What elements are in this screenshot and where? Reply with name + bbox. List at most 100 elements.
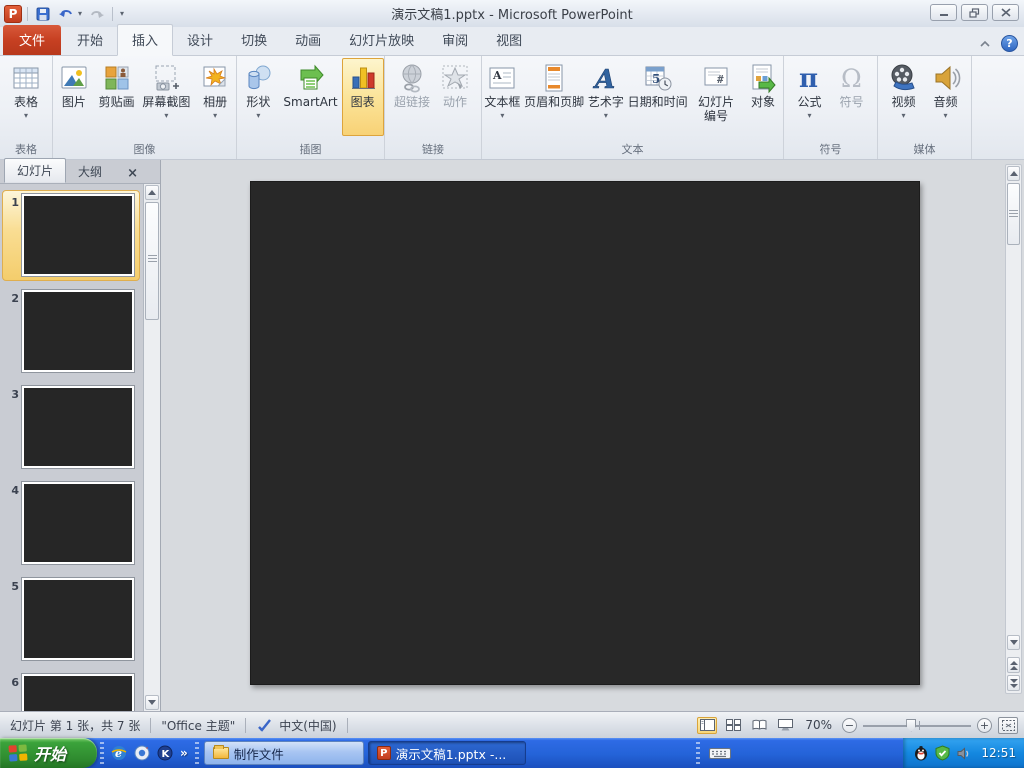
tab-file[interactable]: 文件 [3, 25, 62, 55]
quick-launch-more-icon[interactable]: » [180, 746, 188, 760]
chart-button[interactable]: 图表 [341, 58, 384, 136]
photo-album-button[interactable]: 相册 ▾ [194, 58, 236, 136]
insert-table-button[interactable]: 表格 ▾ [5, 58, 47, 136]
window-title: 演示文稿1.pptx - Microsoft PowerPoint [391, 8, 633, 23]
next-slide-button[interactable] [1007, 675, 1020, 691]
slideshow-view-button[interactable] [775, 717, 795, 734]
clock[interactable]: 12:51 [977, 746, 1016, 760]
taskbar-button-powerpoint[interactable]: P 演示文稿1.pptx -... [367, 741, 526, 765]
textbox-button[interactable]: A 文本框 ▾ [482, 58, 523, 136]
slide-thumbnail-2[interactable]: 2 [2, 286, 140, 377]
ribbon-group-links: 超链接 动作 链接 [385, 56, 482, 159]
tab-outline[interactable]: 大纲 [66, 160, 114, 183]
zoom-in-button[interactable]: + [977, 717, 992, 733]
slide-sorter-view-button[interactable] [723, 717, 743, 734]
button-label: 艺术字 [587, 95, 624, 109]
tab-slides[interactable]: 幻灯片 [4, 158, 67, 183]
volume-tray-icon[interactable] [956, 746, 971, 761]
undo-dropdown-arrow[interactable]: ▾ [78, 9, 82, 18]
date-time-button[interactable]: 5 日期和时间 [626, 58, 689, 136]
tab-insert[interactable]: 插入 [117, 24, 174, 56]
slide-thumbnail-4[interactable]: 4 [2, 478, 140, 569]
close-button[interactable] [992, 4, 1019, 21]
slide-thumb-image[interactable] [22, 386, 134, 468]
scrollbar-thumb[interactable] [145, 202, 159, 320]
ribbon: 表格 ▾ 表格 图片 剪贴画 屏幕截图 ▾ 相册 ▾ 图像 形状 ▾ Smart… [0, 56, 1024, 160]
browser-icon[interactable] [134, 745, 150, 761]
slide-thumb-image[interactable] [22, 290, 134, 372]
theme-name[interactable]: "Office 主题" [151, 717, 245, 734]
taskbar-button-folder[interactable]: 制作文件 [203, 741, 364, 765]
header-footer-button[interactable]: 页眉和页脚 [523, 58, 586, 136]
start-button[interactable]: 开始 [0, 738, 97, 768]
language-status[interactable]: 中文(中国) [246, 717, 346, 734]
normal-view-button[interactable] [697, 716, 718, 734]
customize-qat-button[interactable]: ▾ [118, 8, 126, 19]
slide-panel-scrollbar[interactable] [143, 184, 160, 711]
qq-tray-icon[interactable] [913, 745, 929, 761]
collapse-ribbon-icon[interactable] [979, 40, 991, 48]
tab-animations[interactable]: 动画 [281, 25, 335, 55]
previous-slide-button[interactable] [1007, 657, 1020, 673]
double-down-arrow-icon [1009, 678, 1018, 688]
svg-text:#: # [717, 73, 724, 86]
undo-button[interactable]: ▾ [56, 6, 84, 22]
save-button[interactable] [33, 5, 53, 23]
tab-home[interactable]: 开始 [63, 25, 117, 55]
wordart-button[interactable]: A 艺术字 ▾ [586, 58, 627, 136]
object-button[interactable]: 对象 [743, 58, 783, 136]
shield-tray-icon[interactable] [935, 745, 950, 761]
slide-thumb-image[interactable] [22, 482, 134, 564]
keyboard-icon[interactable] [708, 746, 731, 760]
tab-transitions[interactable]: 切换 [227, 25, 281, 55]
zoom-out-button[interactable]: − [842, 717, 857, 733]
tab-design[interactable]: 设计 [173, 25, 227, 55]
insert-clipart-button[interactable]: 剪贴画 [95, 58, 139, 136]
minimize-button[interactable] [930, 4, 957, 21]
tab-view[interactable]: 视图 [482, 25, 536, 55]
zoom-level[interactable]: 70% [801, 718, 836, 732]
group-label-table: 表格 [15, 143, 37, 156]
internet-explorer-icon[interactable]: e [111, 745, 127, 761]
k-app-icon[interactable]: K [157, 745, 173, 761]
slide-thumb-image[interactable] [22, 578, 134, 660]
audio-button[interactable]: 音频 ▾ [925, 58, 967, 136]
dropdown-arrow: ▾ [213, 111, 218, 120]
slide-thumbnail-1[interactable]: 1 [2, 190, 140, 281]
screenshot-icon [149, 61, 183, 95]
shapes-button[interactable]: 形状 ▾ [237, 58, 279, 136]
help-button[interactable]: ? [1001, 35, 1018, 52]
slide-thumb-image[interactable] [22, 674, 134, 711]
dropdown-arrow: ▾ [901, 111, 906, 120]
panel-close-icon[interactable]: × [127, 167, 138, 180]
table-icon [9, 61, 43, 95]
zoom-slider[interactable] [863, 718, 971, 733]
smartart-button[interactable]: SmartArt [279, 58, 341, 136]
insert-picture-button[interactable]: 图片 [53, 58, 95, 136]
scroll-down-button[interactable] [145, 695, 159, 710]
restore-button[interactable] [961, 4, 988, 21]
powerpoint-logo-icon[interactable]: P [4, 4, 22, 23]
fit-to-window-button[interactable] [998, 716, 1018, 734]
scrollbar-thumb[interactable] [1007, 183, 1020, 245]
scroll-up-button[interactable] [145, 185, 159, 200]
slide-thumbnail-3[interactable]: 3 [2, 382, 140, 473]
main-scrollbar[interactable] [1005, 164, 1022, 694]
slide-thumbnail-5[interactable]: 5 [2, 574, 140, 665]
video-button[interactable]: 视频 ▾ [883, 58, 925, 136]
reading-view-button[interactable] [749, 717, 769, 734]
slider-thumb[interactable] [906, 718, 917, 732]
tab-slideshow[interactable]: 幻灯片放映 [335, 25, 428, 55]
hyperlink-icon [395, 61, 429, 95]
system-tray: 12:51 [903, 738, 1024, 768]
equation-button[interactable]: π 公式 ▾ [789, 58, 831, 136]
hyperlink-button: 超链接 [390, 58, 434, 136]
scroll-up-button[interactable] [1007, 166, 1020, 181]
slide-number-button[interactable]: # 幻灯片 编号 [689, 58, 743, 136]
tab-review[interactable]: 审阅 [428, 25, 482, 55]
slide-thumb-image[interactable] [22, 194, 134, 276]
scroll-down-button[interactable] [1007, 635, 1020, 650]
slide-thumbnail-6[interactable]: 6 [2, 670, 140, 711]
slide-canvas[interactable] [250, 181, 920, 685]
screenshot-button[interactable]: 屏幕截图 ▾ [139, 58, 195, 136]
